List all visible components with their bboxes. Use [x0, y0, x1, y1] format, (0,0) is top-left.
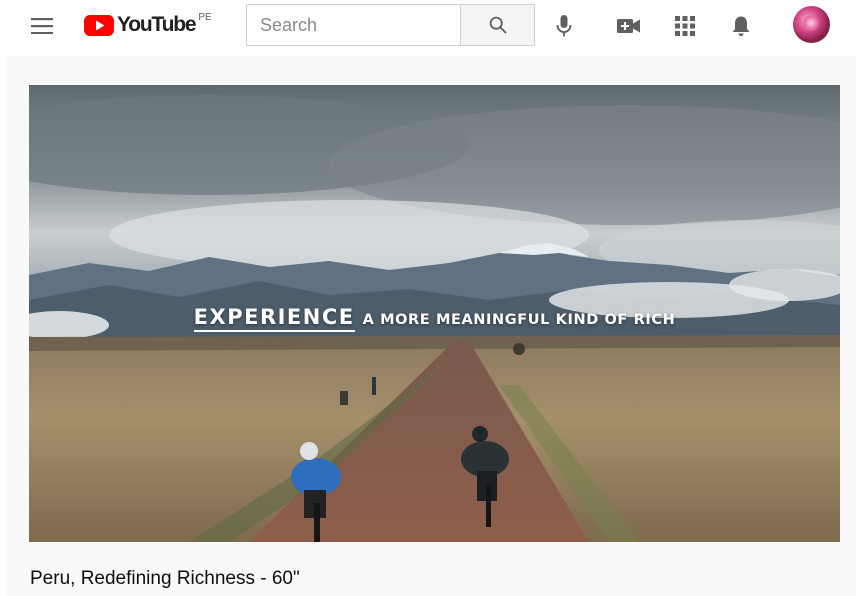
search-icon	[489, 16, 506, 34]
microphone-icon	[556, 15, 572, 37]
create-video-icon	[617, 19, 640, 33]
apps-grid-icon	[675, 16, 695, 36]
logo-region-code: PE	[198, 12, 212, 23]
tagline-emphasis: EXPERIENCE	[193, 305, 355, 332]
hamburger-menu-icon	[31, 18, 53, 34]
ad-video-title[interactable]: Peru, Redefining Richness - 60"	[30, 568, 300, 590]
voice-search-button[interactable]	[546, 8, 582, 44]
create-button[interactable]	[611, 8, 647, 44]
search-bar	[246, 4, 535, 46]
ad-tagline: EXPERIENCE A MORE MEANINGFUL KIND OF RICH	[29, 305, 840, 332]
notifications-button[interactable]	[723, 8, 759, 44]
apps-button[interactable]	[667, 8, 703, 44]
search-button[interactable]	[460, 4, 535, 46]
notifications-bell-icon	[732, 16, 750, 36]
top-header: YouTube PE	[0, 0, 856, 56]
user-avatar[interactable]	[793, 6, 830, 43]
youtube-play-icon	[84, 14, 114, 36]
masthead-ad-video[interactable]: EXPERIENCE A MORE MEANINGFUL KIND OF RICH	[29, 85, 840, 542]
youtube-logo[interactable]: YouTube PE	[84, 8, 212, 42]
logo-wordmark: YouTube	[117, 13, 197, 36]
search-input[interactable]	[246, 4, 460, 46]
youtube-page: YouTube PE Search EXPERIENCE A MORE MEAN…	[0, 0, 856, 596]
menu-button[interactable]	[22, 10, 62, 42]
tagline-rest: A MORE MEANINGFUL KIND OF RICH	[362, 312, 676, 328]
